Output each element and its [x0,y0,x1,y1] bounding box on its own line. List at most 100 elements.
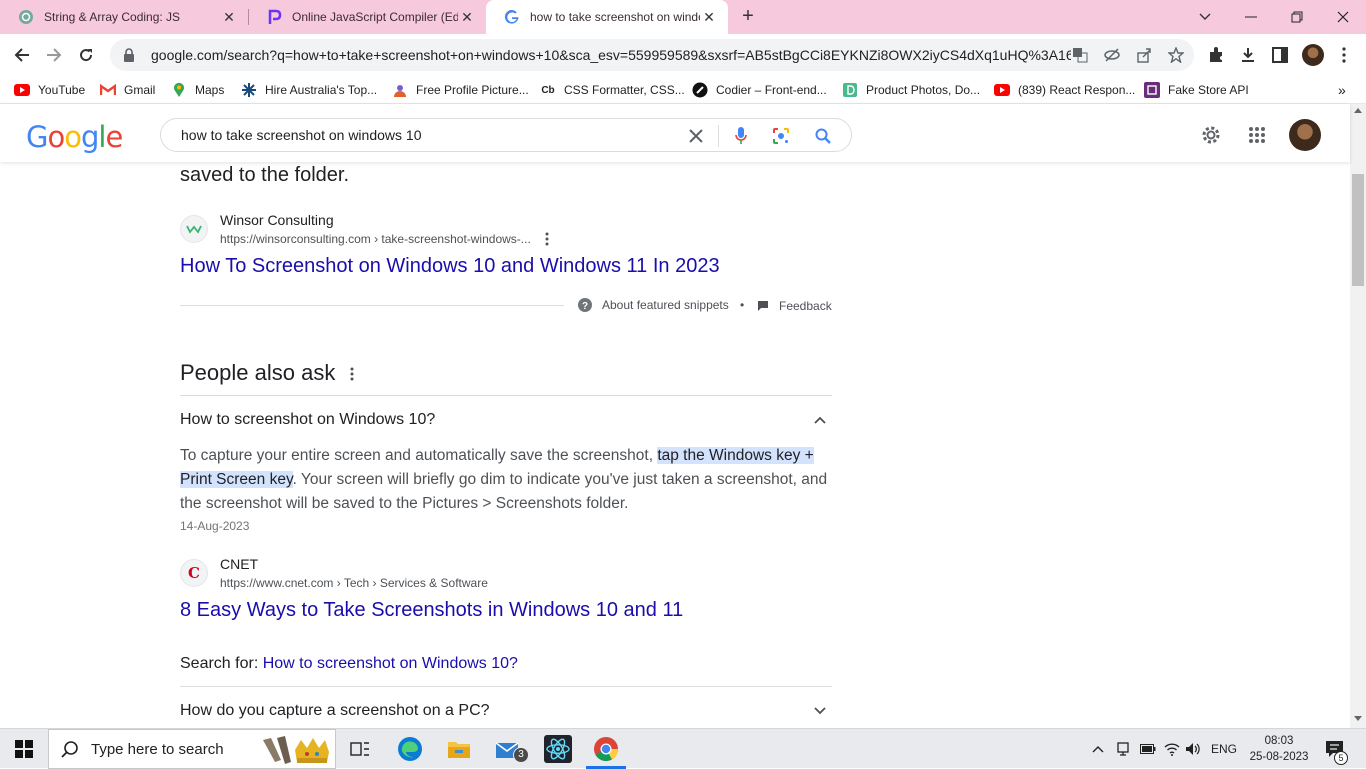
close-tab-icon[interactable]: ✕ [220,8,238,26]
browser-toolbar: google.com/search?q=how+to+take+screensh… [0,34,1366,76]
divider [180,395,832,396]
scrollbar-thumb[interactable] [1352,174,1364,286]
new-tab-button[interactable]: + [736,5,760,29]
help-icon: ? [578,298,592,312]
chevron-up-icon[interactable] [812,412,828,428]
product-photos-icon [842,82,858,98]
menu-dots-icon[interactable] [1334,45,1354,65]
eye-slash-icon[interactable] [1104,47,1120,63]
restore-button[interactable] [1274,0,1320,34]
paa-question[interactable]: How do you capture a screenshot on a PC? [180,702,490,720]
cb-icon: Cb [541,84,555,96]
tab-chatgpt[interactable]: String & Array Coding: JS ✕ [0,0,248,34]
source-url[interactable]: https://www.cnet.com › Tech › Services &… [220,576,488,590]
translate-icon[interactable] [1072,47,1088,63]
search-icon[interactable] [814,127,832,145]
bookmark-gmail[interactable]: Gmail [100,81,155,99]
bookmark-react-responsive[interactable]: (839) React Respon... [994,81,1135,99]
tab-programiz[interactable]: Online JavaScript Compiler (Edito ✕ [248,0,486,34]
tab-title: Online JavaScript Compiler (Edito [292,10,458,24]
winsor-favicon[interactable] [180,215,208,243]
bookmark-youtube[interactable]: YouTube [14,81,85,99]
result-title-link[interactable]: 8 Easy Ways to Take Screenshots in Windo… [180,599,683,622]
search-for-label: Search for: [180,655,263,672]
google-logo[interactable]: Google [26,120,123,154]
taskbar-search-box[interactable]: Type here to search [48,729,336,769]
url-text[interactable]: google.com/search?q=how+to+take+screensh… [151,47,1071,63]
close-tab-icon[interactable]: ✕ [458,8,476,26]
extensions-icon[interactable] [1206,45,1226,65]
chevron-down-icon[interactable] [812,703,828,719]
bookmark-hire-australia[interactable]: Hire Australia's Top... [241,81,377,99]
bookmark-maps[interactable]: Maps [171,81,224,99]
google-apps-icon[interactable] [1246,124,1268,146]
logo-letter: G [26,120,49,154]
bookmark-codier[interactable]: Codier – Front-end... [692,81,827,99]
source-url[interactable]: https://winsorconsulting.com › take-scre… [220,232,531,246]
search-input[interactable]: how to take screenshot on windows 10 [181,127,681,143]
source-name[interactable]: CNET [220,556,258,572]
task-view-icon[interactable] [346,735,374,763]
network-device-icon[interactable] [1115,741,1131,757]
google-header: Google how to take screenshot on windows… [0,104,1350,162]
file-explorer-icon[interactable] [445,735,473,763]
scroll-down-icon[interactable] [1354,716,1362,721]
programiz-icon [266,9,282,25]
tab-title: how to take screenshot on windo [530,10,700,24]
microphone-icon[interactable] [732,127,750,145]
cnet-favicon[interactable]: C [180,559,208,587]
bookmark-label: Codier – Front-end... [716,83,827,97]
google-lens-icon[interactable] [772,127,790,145]
bookmarks-overflow-icon[interactable]: » [1338,81,1346,99]
bookmark-css-formatter[interactable]: Cb CSS Formatter, CSS... [540,81,684,99]
settings-gear-icon[interactable] [1200,124,1222,146]
bookmark-star-icon[interactable] [1168,47,1184,63]
more-options-icon[interactable] [545,232,549,251]
close-window-button[interactable] [1320,0,1366,34]
about-label: About featured snippets [602,298,729,312]
lock-icon[interactable] [121,48,137,62]
google-account-avatar[interactable] [1289,119,1321,151]
google-g-icon [504,9,520,25]
clear-icon[interactable] [687,127,705,145]
paa-question[interactable]: How to screenshot on Windows 10? [180,411,435,429]
tab-search-chevron-icon[interactable] [1182,0,1228,34]
edge-icon[interactable] [396,735,424,763]
reload-button[interactable] [72,41,100,69]
system-clock[interactable]: 08:03 25-08-2023 [1244,733,1314,765]
profile-avatar[interactable] [1302,44,1324,66]
volume-icon[interactable] [1185,741,1201,757]
minimize-button[interactable] [1228,0,1274,34]
battery-icon[interactable] [1139,741,1157,757]
tab-google-search[interactable]: how to take screenshot on windo ✕ [486,0,728,34]
result-title-link[interactable]: How To Screenshot on Windows 10 and Wind… [180,255,720,278]
react-icon[interactable] [544,735,572,763]
bookmark-fake-store-api[interactable]: Fake Store API [1144,81,1249,99]
bookmark-product-photos[interactable]: Product Photos, Do... [842,81,980,99]
forward-button[interactable] [40,41,68,69]
windows-taskbar: Type here to search 3 ENG 08:03 25-08-20 [0,728,1366,769]
chrome-icon[interactable] [592,735,620,763]
feedback-link[interactable]: Feedback [757,299,832,313]
windows-start-icon[interactable] [10,735,38,763]
side-panel-icon[interactable] [1270,45,1290,65]
bookmark-free-profile[interactable]: Free Profile Picture... [392,81,529,99]
language-indicator[interactable]: ENG [1210,741,1238,757]
share-icon[interactable] [1136,47,1152,63]
paa-options-icon[interactable] [350,367,354,386]
address-bar[interactable]: google.com/search?q=how+to+take+screensh… [110,39,1194,71]
answer-date: 14-Aug-2023 [180,519,250,533]
scroll-up-icon[interactable] [1354,108,1362,113]
about-featured-snippets[interactable]: ? About featured snippets [578,298,729,312]
downloads-icon[interactable] [1238,45,1258,65]
search-for-link[interactable]: How to screenshot on Windows 10? [263,655,518,672]
search-box[interactable]: how to take screenshot on windows 10 [160,118,852,152]
show-hidden-icons-chevron-icon[interactable] [1090,741,1106,757]
source-name[interactable]: Winsor Consulting [220,212,334,228]
wifi-icon[interactable] [1164,741,1180,757]
close-tab-icon[interactable]: ✕ [700,8,718,26]
back-button[interactable] [8,41,36,69]
tab-title: String & Array Coding: JS [44,10,181,24]
clock-time: 08:03 [1264,735,1294,747]
search-highlight-image[interactable] [261,732,333,768]
